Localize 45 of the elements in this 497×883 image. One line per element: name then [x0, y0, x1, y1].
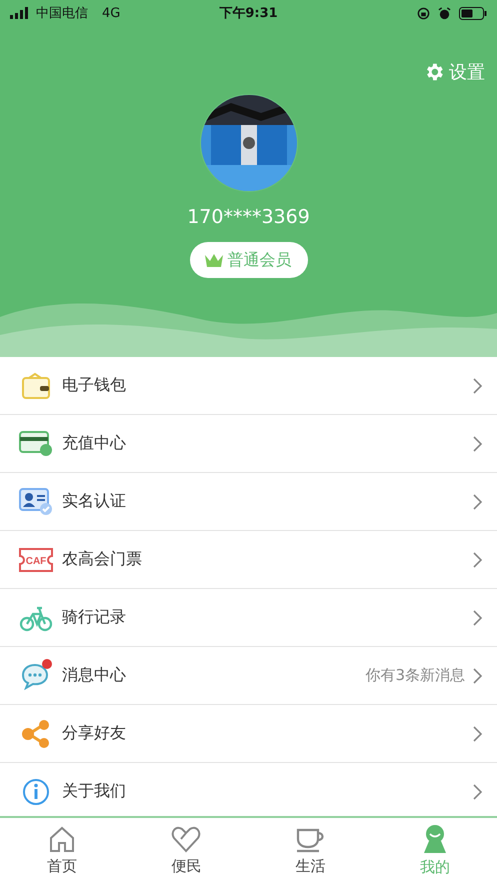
rotation-lock-icon — [417, 6, 430, 20]
user-icon — [422, 824, 448, 854]
menu-item[interactable]: CAF 农高会门票 — [0, 531, 497, 589]
menu-label: 农高会门票 — [62, 549, 143, 570]
menu-item[interactable]: 骑行记录 — [0, 589, 497, 647]
carrier-name: 中国电信 — [36, 5, 88, 22]
heart-icon — [171, 825, 202, 853]
menu-item[interactable]: 电子钱包 — [0, 357, 497, 415]
wallet-icon — [21, 372, 51, 400]
menu-item[interactable]: 充值中心 — [0, 415, 497, 473]
home-icon — [48, 825, 76, 853]
menu-label: 消息中心 — [62, 665, 127, 686]
chevron-icon — [473, 436, 483, 452]
menu-label: 分享好友 — [62, 723, 127, 744]
chevron-icon — [473, 494, 483, 510]
chevron-icon — [473, 668, 483, 684]
menu-label: 充值中心 — [62, 433, 127, 454]
info-icon — [22, 778, 50, 806]
chevron-icon — [473, 726, 483, 742]
crown-icon — [204, 252, 224, 268]
network-type: 4G — [102, 6, 120, 20]
menu-item[interactable]: 实名认证 — [0, 473, 497, 531]
chevron-icon — [473, 610, 483, 626]
alarm-icon — [438, 6, 451, 20]
chevron-icon — [473, 378, 483, 394]
tab-item[interactable]: 便民 — [124, 818, 248, 883]
signal-icon — [10, 7, 30, 19]
menu-label: 电子钱包 — [62, 375, 127, 396]
phone-number: 170****3369 — [187, 206, 310, 228]
menu-item[interactable]: 分享好友 — [0, 705, 497, 763]
id-card-icon — [19, 488, 53, 516]
menu-label: 骑行记录 — [62, 607, 127, 628]
chevron-icon — [473, 784, 483, 800]
menu-item[interactable]: 消息中心 你有3条新消息 — [0, 647, 497, 705]
tab-item[interactable]: 首页 — [0, 818, 124, 883]
tab-item[interactable]: 生活 — [248, 818, 373, 883]
chevron-icon — [473, 552, 483, 568]
share-icon — [21, 718, 51, 748]
battery-icon — [459, 6, 487, 20]
status-time: 下午9:31 — [219, 5, 278, 22]
ticket-icon: CAF — [18, 546, 54, 572]
menu-label: 实名认证 — [62, 491, 127, 512]
menu-note: 你有3条新消息 — [365, 666, 465, 685]
chat-bubble-icon — [21, 662, 51, 690]
menu-label: 关于我们 — [62, 781, 127, 802]
